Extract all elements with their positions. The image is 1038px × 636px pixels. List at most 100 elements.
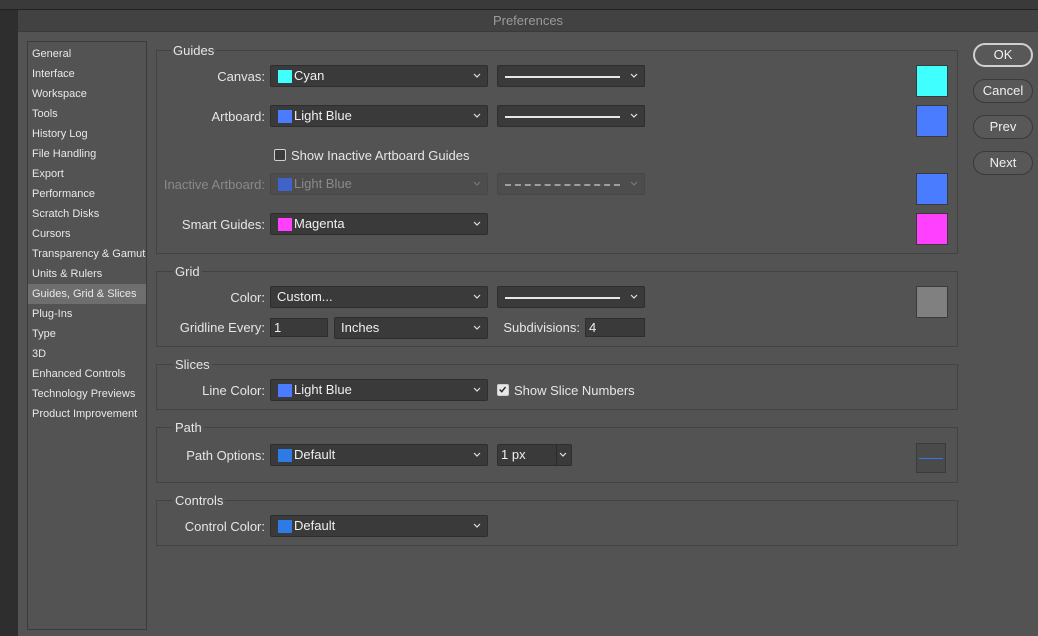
path-section-title: Path <box>173 420 204 435</box>
grid-color-swatch[interactable] <box>916 286 948 318</box>
nav-item-cursors[interactable]: Cursors <box>28 224 146 244</box>
nav-item-general[interactable]: General <box>28 44 146 64</box>
slices-section-title: Slices <box>173 357 212 372</box>
path-options-value: Default <box>294 447 336 462</box>
chevron-down-icon <box>630 113 638 118</box>
show-slice-numbers-checkbox[interactable] <box>497 384 509 396</box>
inactive-artboard-color-value: Light Blue <box>294 176 352 191</box>
path-options-label: Path Options: <box>186 448 265 463</box>
solid-line-icon <box>505 116 620 118</box>
canvas-line-style-dropdown[interactable] <box>497 65 645 87</box>
grid-color-value: Custom... <box>277 289 333 304</box>
chevron-down-icon <box>473 325 481 330</box>
chevron-down-icon <box>473 387 481 392</box>
nav-item-history-log[interactable]: History Log <box>28 124 146 144</box>
smart-guides-color-dropdown[interactable]: Magenta <box>270 213 488 235</box>
subdivisions-label: Subdivisions: <box>503 320 580 335</box>
cancel-button[interactable]: Cancel <box>973 79 1033 103</box>
nav-item-performance[interactable]: Performance <box>28 184 146 204</box>
background-app-toolbar <box>0 0 1038 10</box>
show-inactive-artboard-checkbox[interactable] <box>274 149 286 161</box>
nav-item-plug-ins[interactable]: Plug-Ins <box>28 304 146 324</box>
control-color-dropdown[interactable]: Default <box>270 515 488 537</box>
path-width-dropdown[interactable]: 1 px <box>497 444 572 466</box>
path-color-swatch-icon <box>278 449 292 462</box>
chevron-down-icon <box>473 452 481 457</box>
gridline-every-label: Gridline Every: <box>179 320 265 335</box>
nav-item-interface[interactable]: Interface <box>28 64 146 84</box>
artboard-label: Artboard: <box>211 109 265 124</box>
prev-button[interactable]: Prev <box>973 115 1033 139</box>
path-options-dropdown[interactable]: Default <box>270 444 488 466</box>
nav-item-export[interactable]: Export <box>28 164 146 184</box>
slice-line-color-dropdown[interactable]: Light Blue <box>270 379 488 401</box>
chevron-down-icon <box>630 294 638 299</box>
control-color-value: Default <box>294 518 336 533</box>
nav-item-transparency-gamut[interactable]: Transparency & Gamut <box>28 244 146 264</box>
ok-button[interactable]: OK <box>973 43 1033 67</box>
chevron-down-icon <box>473 113 481 118</box>
nav-item-units-rulers[interactable]: Units & Rulers <box>28 264 146 284</box>
grid-color-dropdown[interactable]: Custom... <box>270 286 488 308</box>
chevron-down-icon <box>473 294 481 299</box>
artboard-color-swatch-icon <box>278 110 292 123</box>
chevron-down-icon <box>473 221 481 226</box>
smart-guides-label: Smart Guides: <box>181 217 265 232</box>
nav-item-scratch-disks[interactable]: Scratch Disks <box>28 204 146 224</box>
checkmark-icon <box>499 386 507 393</box>
grid-line-style-dropdown[interactable] <box>497 286 645 308</box>
nav-item-technology-previews[interactable]: Technology Previews <box>28 384 146 404</box>
inactive-artboard-label: Inactive Artboard: <box>163 177 265 192</box>
nav-item-file-handling[interactable]: File Handling <box>28 144 146 164</box>
artboard-color-swatch[interactable] <box>916 105 948 137</box>
canvas-color-swatch[interactable] <box>916 65 948 97</box>
show-inactive-artboard-label: Show Inactive Artboard Guides <box>291 148 470 163</box>
solid-line-icon <box>505 76 620 78</box>
solid-line-icon <box>505 297 620 299</box>
preferences-dialog: Preferences General Interface Workspace Too… <box>18 10 1038 636</box>
artboard-color-dropdown[interactable]: Light Blue <box>270 105 488 127</box>
dialog-title: Preferences <box>18 10 1038 32</box>
gridline-unit-value: Inches <box>341 320 380 335</box>
nav-item-tools[interactable]: Tools <box>28 104 146 124</box>
smart-guides-color-value: Magenta <box>294 216 345 231</box>
subdivisions-input[interactable]: 4 <box>585 318 645 337</box>
inactive-artboard-color-swatch[interactable] <box>916 173 948 205</box>
next-button[interactable]: Next <box>973 151 1033 175</box>
guides-section-title: Guides <box>171 43 217 58</box>
gridline-every-input[interactable]: 1 <box>270 318 328 337</box>
nav-item-type[interactable]: Type <box>28 324 146 344</box>
chevron-down-icon <box>473 73 481 78</box>
canvas-color-value: Cyan <box>294 68 325 83</box>
path-width-value: 1 px <box>501 447 526 462</box>
control-color-label: Control Color: <box>184 519 265 534</box>
dashed-line-icon <box>505 184 620 186</box>
grid-color-label: Color: <box>230 290 265 305</box>
canvas-color-swatch-icon <box>278 70 292 83</box>
smart-guides-color-swatch[interactable] <box>916 213 948 245</box>
nav-item-enhanced-controls[interactable]: Enhanced Controls <box>28 364 146 384</box>
chevron-down-icon <box>630 181 638 186</box>
chevron-down-icon <box>559 452 567 457</box>
gridline-unit-dropdown[interactable]: Inches <box>334 317 488 339</box>
path-preview-swatch <box>916 443 946 473</box>
slice-color-swatch-icon <box>278 384 292 397</box>
slice-line-color-label: Line Color: <box>202 383 265 398</box>
artboard-line-style-dropdown[interactable] <box>497 105 645 127</box>
slice-line-color-value: Light Blue <box>294 382 352 397</box>
artboard-color-value: Light Blue <box>294 108 352 123</box>
nav-item-product-improvement[interactable]: Product Improvement <box>28 404 146 424</box>
path-width-divider <box>556 445 557 465</box>
nav-item-3d[interactable]: 3D <box>28 344 146 364</box>
chevron-down-icon <box>630 73 638 78</box>
inactive-artboard-color-dropdown: Light Blue <box>270 173 488 195</box>
canvas-color-dropdown[interactable]: Cyan <box>270 65 488 87</box>
canvas-label: Canvas: <box>217 69 265 84</box>
grid-section-title: Grid <box>173 264 202 279</box>
nav-item-workspace[interactable]: Workspace <box>28 84 146 104</box>
background-app-panel <box>0 10 18 636</box>
control-color-swatch-icon <box>278 520 292 533</box>
controls-section-title: Controls <box>173 493 226 508</box>
preferences-nav: General Interface Workspace Tools History Lo… <box>27 41 147 630</box>
nav-item-guides-grid-slices[interactable]: Guides, Grid & Slices <box>28 284 146 304</box>
